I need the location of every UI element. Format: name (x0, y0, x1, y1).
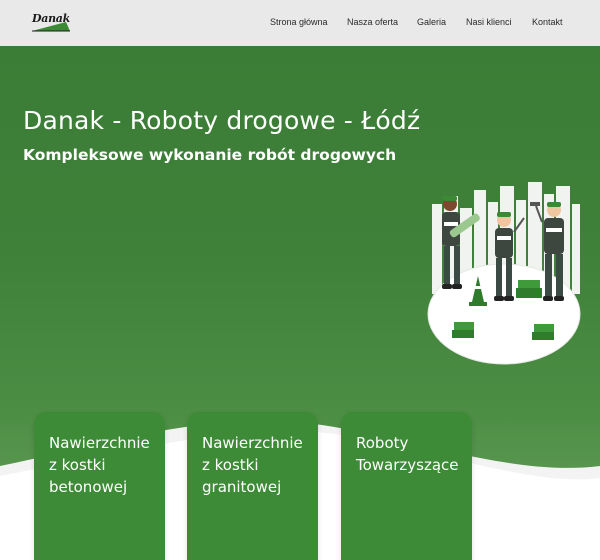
service-card-accompanying-works[interactable]: Roboty Towarzyszące (341, 412, 472, 560)
nav-item-clients[interactable]: Nasi klienci (466, 17, 512, 27)
nav-item-contact[interactable]: Kontakt (532, 17, 563, 27)
card-label: Nawierzchnie z kostki betonowej (49, 434, 150, 496)
nav-item-home[interactable]: Strona główna (270, 17, 328, 27)
card-label: Roboty Towarzyszące (356, 434, 459, 474)
hero-title: Danak - Roboty drogowe - Łódź (23, 106, 421, 135)
service-card-concrete-paving[interactable]: Nawierzchnie z kostki betonowej (34, 412, 165, 560)
hero-subtitle: Kompleksowe wykonanie robót drogowych (23, 146, 397, 164)
site-header: Danak Strona główna Nasza oferta Galeria… (0, 0, 600, 46)
nav-item-offer[interactable]: Nasza oferta (347, 17, 398, 27)
road-workers-illustration-icon (427, 182, 581, 365)
nav-item-gallery[interactable]: Galeria (417, 17, 446, 27)
main-nav: Strona główna Nasza oferta Galeria Nasi … (0, 17, 600, 31)
card-label: Nawierzchnie z kostki granitowej (202, 434, 303, 496)
hero-section: Danak - Roboty drogowe - Łódź Kompleksow… (0, 46, 600, 560)
service-card-granite-paving[interactable]: Nawierzchnie z kostki granitowej (187, 412, 318, 560)
